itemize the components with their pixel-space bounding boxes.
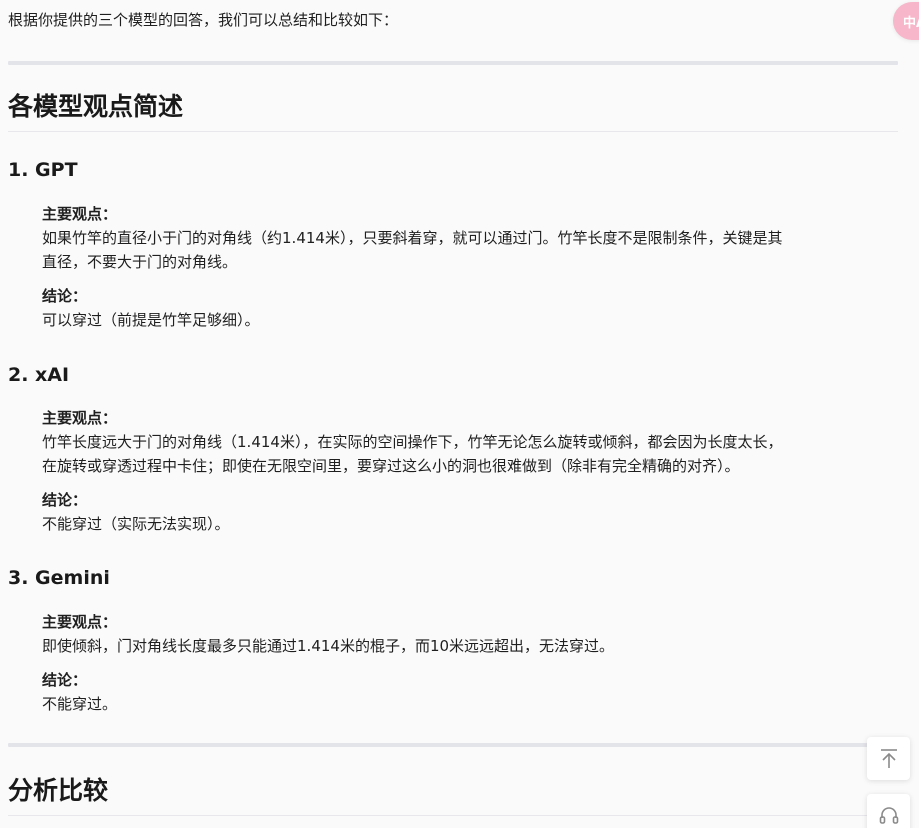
translate-icon: 中A	[903, 15, 919, 31]
back-to-top-icon	[880, 748, 897, 768]
model-block-gemini: 主要观点： 即使倾斜，门对角线长度最多只能通过1.414米的棍子，而10米远远超…	[42, 610, 902, 716]
main-view-label: 主要观点：	[42, 205, 118, 223]
conclusion-label: 结论：	[42, 287, 88, 305]
heading-rule	[8, 131, 898, 132]
model-block-gpt: 主要观点： 如果竹竿的直径小于门的对角线（约1.414米），只要斜着穿，就可以通…	[42, 202, 902, 332]
model-heading-gpt: 1. GPT	[8, 159, 78, 181]
conclusion-text: 可以穿过（前提是竹竿足够细）。	[42, 311, 260, 329]
back-to-top-button[interactable]	[867, 737, 910, 780]
headset-icon	[879, 806, 898, 824]
conclusion-text: 不能穿过。	[42, 695, 118, 713]
main-view-text: 即使倾斜，门对角线长度最多只能通过1.414米的棍子，而10米远远超出，无法穿过…	[42, 637, 615, 655]
section-heading-analysis: 分析比较	[8, 776, 109, 805]
divider	[8, 743, 898, 747]
support-button[interactable]	[867, 794, 910, 828]
intro-text: 根据你提供的三个模型的回答，我们可以总结和比较如下：	[8, 11, 399, 29]
main-view-text: 竹竿长度远大于门的对角线（1.414米），在实际的空间操作下，竹竿无论怎么旋转或…	[42, 433, 783, 451]
conclusion-text: 不能穿过（实际无法实现）。	[42, 515, 230, 533]
conclusion-label: 结论：	[42, 671, 88, 689]
model-heading-gemini: 3. Gemini	[8, 567, 110, 589]
heading-rule	[8, 815, 898, 816]
main-view-text: 在旋转或穿透过程中卡住；即使在无限空间里，要穿过这么小的洞也很难做到（除非有完全…	[42, 457, 740, 475]
model-block-xai: 主要观点： 竹竿长度远大于门的对角线（1.414米），在实际的空间操作下，竹竿无…	[42, 406, 902, 536]
chat-response-page: 根据你提供的三个模型的回答，我们可以总结和比较如下： 各模型观点简述 1. GP…	[0, 0, 919, 828]
section-heading-summary: 各模型观点简述	[8, 92, 184, 121]
main-view-label: 主要观点：	[42, 409, 118, 427]
main-view-text: 如果竹竿的直径小于门的对角线（约1.414米），只要斜着穿，就可以通过门。竹竿长…	[42, 229, 783, 247]
main-view-text: 直径，不要大于门的对角线。	[42, 253, 238, 271]
divider	[8, 61, 898, 65]
translate-button[interactable]: 中A	[893, 2, 919, 40]
conclusion-label: 结论：	[42, 491, 88, 509]
main-view-label: 主要观点：	[42, 613, 118, 631]
model-heading-xai: 2. xAI	[8, 364, 70, 386]
